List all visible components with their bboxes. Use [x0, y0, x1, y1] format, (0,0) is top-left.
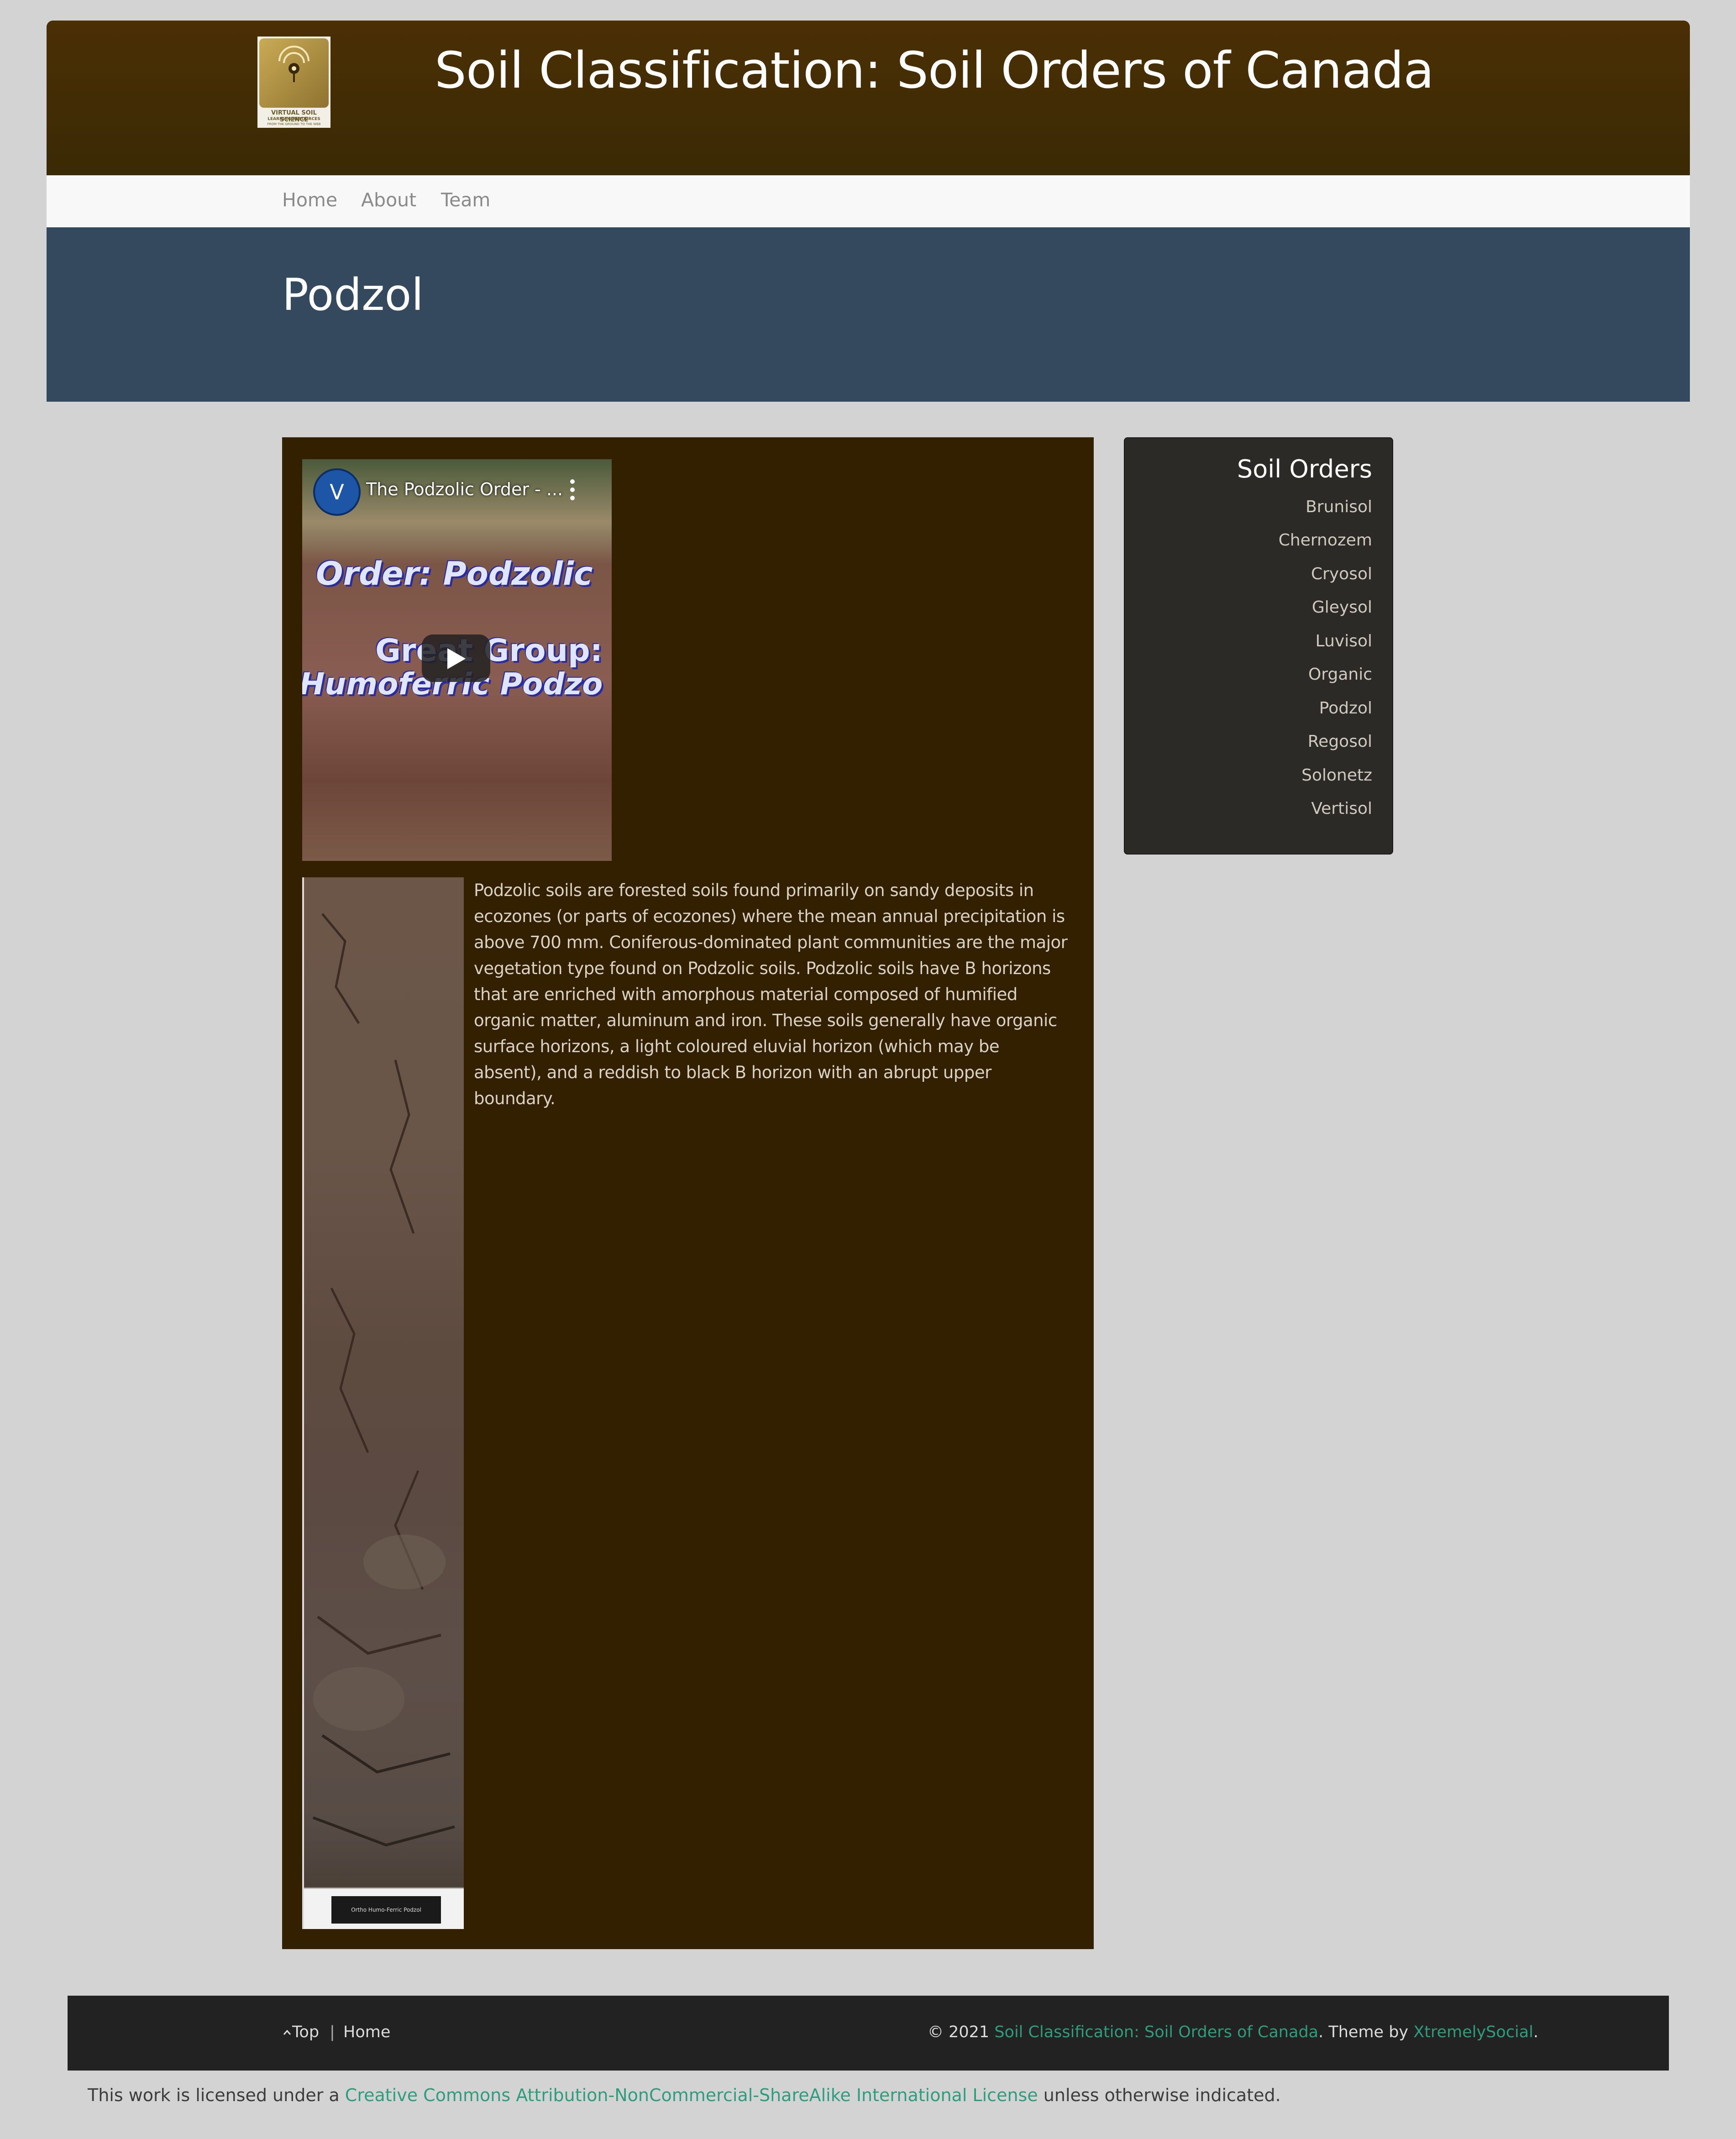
sidebar-item-vertisol[interactable]: Vertisol [1124, 799, 1372, 818]
footer-copyright: © 2021 Soil Classification: Soil Orders … [928, 2023, 1538, 2041]
sidebar-item-regosol[interactable]: Regosol [1124, 732, 1372, 751]
sidebar-item-podzol[interactable]: Podzol [1124, 699, 1372, 718]
sidebar-item-luvisol[interactable]: Luvisol [1124, 632, 1372, 650]
sidebar-item-brunisol[interactable]: Brunisol [1124, 498, 1372, 516]
soil-description: Podzolic soils are forested soils found … [474, 881, 1068, 1108]
license-suffix: unless otherwise indicated. [1038, 2085, 1281, 2105]
more-options-icon[interactable] [568, 477, 577, 503]
page-title: Podzol [282, 269, 424, 320]
back-to-top-link[interactable]: Top [282, 2023, 319, 2041]
video-title[interactable]: The Podzolic Order - ... [366, 479, 563, 499]
sidebar-item-organic[interactable]: Organic [1124, 665, 1372, 684]
channel-avatar[interactable]: V [313, 468, 361, 516]
sidebar-item-chernozem[interactable]: Chernozem [1124, 531, 1372, 550]
nav-about[interactable]: About [361, 189, 416, 211]
logo-text-line3: FROM THE GROUND TO THE WEB [267, 122, 321, 126]
footer-theme-link[interactable]: XtremelySocial [1413, 2023, 1533, 2041]
theme-by-text: . Theme by [1318, 2023, 1414, 2041]
sidebar-item-cryosol[interactable]: Cryosol [1124, 565, 1372, 583]
nav-home[interactable]: Home [282, 189, 337, 211]
license-prefix: This work is licensed under a [88, 2085, 345, 2105]
video-overlay-line1: Order: Podzolic [316, 555, 593, 592]
nav-team[interactable]: Team [441, 189, 490, 211]
soil-texture-cracks [312, 913, 455, 1847]
chevron-up-icon [283, 2029, 291, 2035]
site-title[interactable]: Soil Classification: Soil Orders of Cana… [435, 41, 1434, 100]
soil-profile-image: Ortho Humo-Ferric Podzol [302, 877, 464, 1929]
license-notice: This work is licensed under a Creative C… [88, 2085, 1281, 2105]
copyright-text: © 2021 [928, 2023, 995, 2041]
footer-separator: | [330, 2023, 335, 2041]
site-logo[interactable]: VIRTUAL SOIL SCIENCE LEARNING RESOURCES … [257, 37, 330, 128]
logo-text-line2: LEARNING RESOURCES [267, 117, 320, 121]
profile-caption: Ortho Humo-Ferric Podzol [331, 1896, 441, 1924]
footer-site-link[interactable]: Soil Classification: Soil Orders of Cana… [994, 2023, 1318, 2041]
video-embed[interactable]: V The Podzolic Order - ... Order: Podzol… [302, 459, 612, 861]
top-label: Top [292, 2023, 320, 2041]
theme-suffix: . [1533, 2023, 1539, 2041]
play-button[interactable] [422, 634, 490, 682]
sidebar-title: Soil Orders [1237, 455, 1372, 483]
sidebar-item-gleysol[interactable]: Gleysol [1124, 598, 1372, 617]
license-link[interactable]: Creative Commons Attribution-NonCommerci… [345, 2085, 1038, 2105]
footer-home-link[interactable]: Home [343, 2023, 390, 2041]
play-icon [447, 648, 466, 669]
sidebar-item-solonetz[interactable]: Solonetz [1124, 766, 1372, 785]
logo-badge-icon [259, 38, 329, 108]
